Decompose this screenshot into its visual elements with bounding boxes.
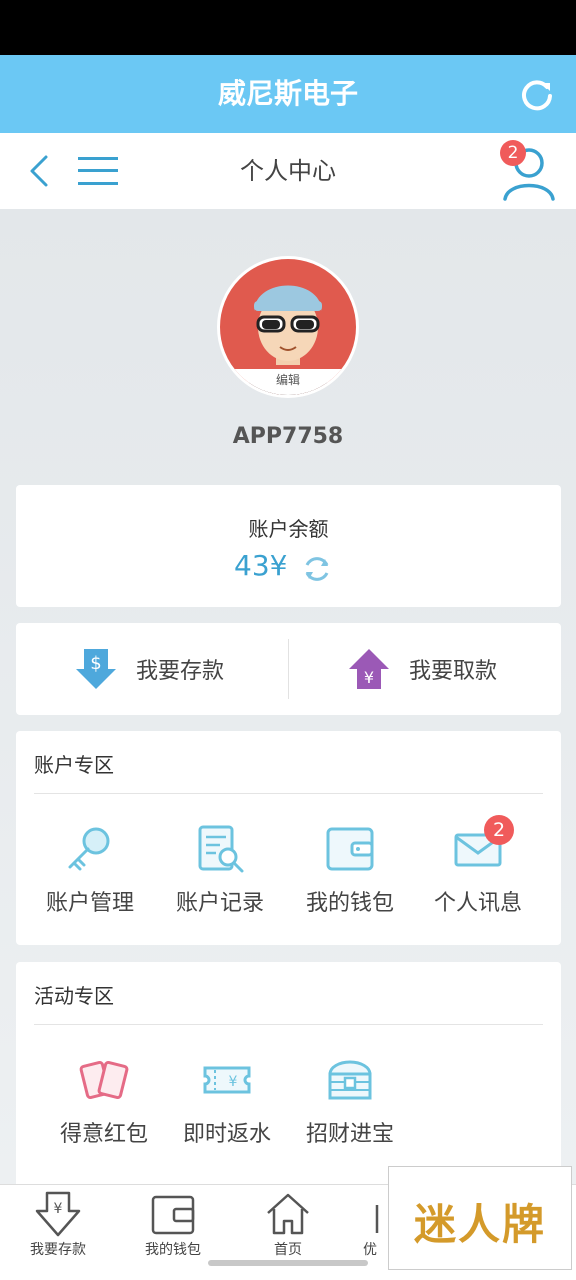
balance-value: 43¥ xyxy=(234,549,288,582)
app-bar: 威尼斯电子 xyxy=(0,55,576,133)
account-management-item[interactable]: 账户管理 xyxy=(22,823,158,917)
deposit-button[interactable]: $ 我要存款 xyxy=(16,623,288,715)
deposit-icon: ¥ xyxy=(35,1191,81,1237)
treasure-item[interactable]: 招财进宝 xyxy=(282,1054,418,1148)
app-title: 威尼斯电子 xyxy=(217,77,358,110)
record-search-icon xyxy=(198,825,244,873)
gift-icon xyxy=(375,1205,379,1233)
tab-home[interactable]: 首页 xyxy=(240,1191,336,1259)
refresh-icon[interactable] xyxy=(520,77,554,111)
avatar-edit-label[interactable]: 编辑 xyxy=(220,369,356,395)
svg-text:$: $ xyxy=(90,653,101,674)
ticket-yen-icon: ¥ xyxy=(203,1066,251,1094)
wallet-icon xyxy=(151,1195,195,1235)
watermark: 迷人牌 xyxy=(388,1166,572,1270)
withdraw-button[interactable]: ¥ 我要取款 xyxy=(289,623,561,715)
item-label: 我的钱包 xyxy=(305,891,394,916)
nav-bar: 个人中心 xyxy=(0,133,576,209)
item-label: 账户管理 xyxy=(45,891,134,916)
section-title: 账户专区 xyxy=(34,753,114,777)
withdraw-label: 我要取款 xyxy=(409,659,498,684)
account-section: 账户专区 账户管理 账户记录 我的钱包 个人讯息 2 xyxy=(16,731,561,945)
status-bar xyxy=(0,0,576,55)
section-divider xyxy=(34,1024,543,1025)
balance-card: 账户余额 43¥ xyxy=(16,485,561,607)
tab-deposit[interactable]: ¥ 我要存款 xyxy=(10,1191,106,1259)
notification-badge: 2 xyxy=(500,140,526,166)
balance-refresh-icon[interactable] xyxy=(301,553,333,585)
treasure-chest-icon xyxy=(328,1060,372,1100)
home-icon xyxy=(267,1193,309,1235)
red-envelope-icon xyxy=(79,1060,129,1100)
messages-badge: 2 xyxy=(484,815,514,845)
tab-wallet[interactable]: 我的钱包 xyxy=(125,1191,221,1259)
item-label: 账户记录 xyxy=(175,891,264,916)
avatar[interactable]: 编辑 xyxy=(217,256,359,398)
wallet-icon xyxy=(326,827,374,871)
svg-text:¥: ¥ xyxy=(54,1201,63,1217)
page-title: 个人中心 xyxy=(240,157,336,185)
account-records-item[interactable]: 账户记录 xyxy=(152,823,288,917)
watermark-text: 迷人牌 xyxy=(413,1200,546,1249)
fund-actions-card: $ 我要存款 ¥ 我要取款 xyxy=(16,623,561,715)
item-label: 个人讯息 xyxy=(433,891,522,916)
section-divider xyxy=(34,793,543,794)
key-icon xyxy=(68,827,110,871)
svg-text:¥: ¥ xyxy=(364,668,374,687)
red-envelope-item[interactable]: 得意红包 xyxy=(36,1054,172,1148)
balance-label: 账户余额 xyxy=(248,517,329,541)
personal-messages-item[interactable]: 个人讯息 xyxy=(410,823,546,917)
deposit-label: 我要存款 xyxy=(136,659,225,684)
activity-section: 活动专区 得意红包 ¥ 即时返水 招财进宝 xyxy=(16,962,561,1184)
item-label: 即时返水 xyxy=(182,1122,271,1147)
svg-text:¥: ¥ xyxy=(229,1074,238,1090)
instant-rebate-item[interactable]: ¥ 即时返水 xyxy=(159,1054,295,1148)
item-label: 招财进宝 xyxy=(305,1122,394,1147)
my-wallet-item[interactable]: 我的钱包 xyxy=(282,823,418,917)
item-label: 得意红包 xyxy=(59,1122,148,1147)
withdraw-icon: ¥ xyxy=(349,649,389,689)
home-indicator[interactable] xyxy=(208,1260,368,1266)
section-title: 活动专区 xyxy=(34,984,114,1008)
deposit-icon: $ xyxy=(76,649,116,689)
username: APP7758 xyxy=(232,424,344,449)
